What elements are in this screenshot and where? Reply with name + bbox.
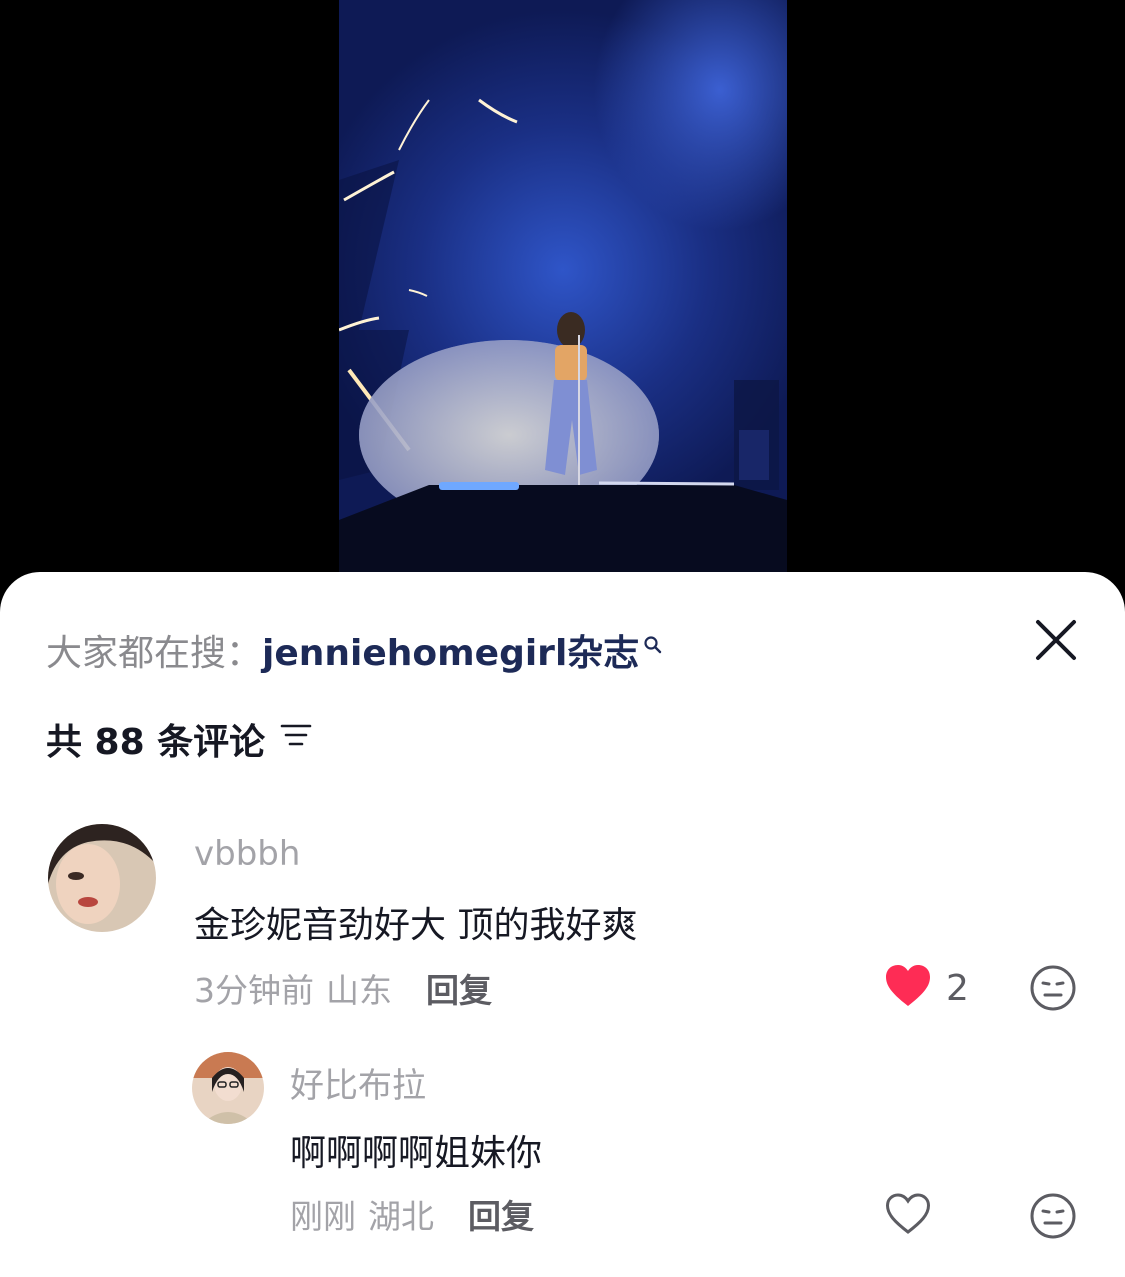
trending-search-link[interactable]: 大家都在搜： jenniehomegirl杂志 bbox=[46, 620, 663, 680]
comment-location: 山东 bbox=[326, 971, 392, 1010]
comments-sheet: 大家都在搜： jenniehomegirl杂志 共 88 条评论 vbbbh 金… bbox=[0, 572, 1125, 1277]
comment-username[interactable]: vbbbh bbox=[194, 834, 300, 874]
comment-count-label: 共 88 条评论 bbox=[46, 722, 266, 763]
video-player[interactable] bbox=[0, 0, 1125, 600]
comment-location: 湖北 bbox=[368, 1197, 434, 1236]
reply-button[interactable]: 回复 bbox=[468, 1190, 534, 1238]
comment-meta: 刚刚 湖北 回复 bbox=[290, 1190, 534, 1238]
search-term[interactable]: jenniehomegirl杂志 bbox=[262, 624, 639, 676]
heart-outline-icon bbox=[884, 1192, 932, 1240]
avatar[interactable] bbox=[192, 1052, 264, 1124]
comment-time: 3分钟前 bbox=[194, 971, 314, 1010]
reply-button[interactable]: 回复 bbox=[426, 964, 492, 1012]
like-button[interactable] bbox=[884, 1192, 946, 1240]
comment-text: 啊啊啊啊姐妹你 bbox=[290, 1133, 543, 1174]
neutral-face-icon[interactable] bbox=[1029, 964, 1077, 1012]
heart-filled-icon bbox=[884, 964, 932, 1012]
like-button[interactable]: 2 bbox=[884, 964, 969, 1012]
close-icon[interactable] bbox=[1030, 614, 1082, 666]
comment-meta: 3分钟前 山东 回复 bbox=[194, 964, 492, 1012]
comment-count: 共 88 条评论 bbox=[46, 712, 313, 766]
video-frame[interactable] bbox=[339, 0, 787, 600]
reply-comment-item: 好比布拉 啊啊啊啊姐妹你 刚刚 湖北 回复 bbox=[0, 1050, 1125, 1250]
like-count: 2 bbox=[946, 967, 969, 1009]
concert-scene bbox=[339, 98, 787, 600]
avatar[interactable] bbox=[48, 824, 156, 932]
comment-item: vbbbh 金珍妮音劲好大 顶的我好爽 3分钟前 山东 回复 2 bbox=[0, 822, 1125, 1022]
comment-text: 金珍妮音劲好大 顶的我好爽 bbox=[194, 905, 638, 946]
neutral-face-icon[interactable] bbox=[1029, 1192, 1077, 1240]
search-icon bbox=[643, 623, 663, 664]
search-prefix: 大家都在搜： bbox=[46, 633, 263, 674]
sort-filter-icon[interactable] bbox=[279, 718, 313, 761]
comment-username[interactable]: 好比布拉 bbox=[290, 1058, 426, 1107]
comment-time: 刚刚 bbox=[290, 1197, 356, 1236]
